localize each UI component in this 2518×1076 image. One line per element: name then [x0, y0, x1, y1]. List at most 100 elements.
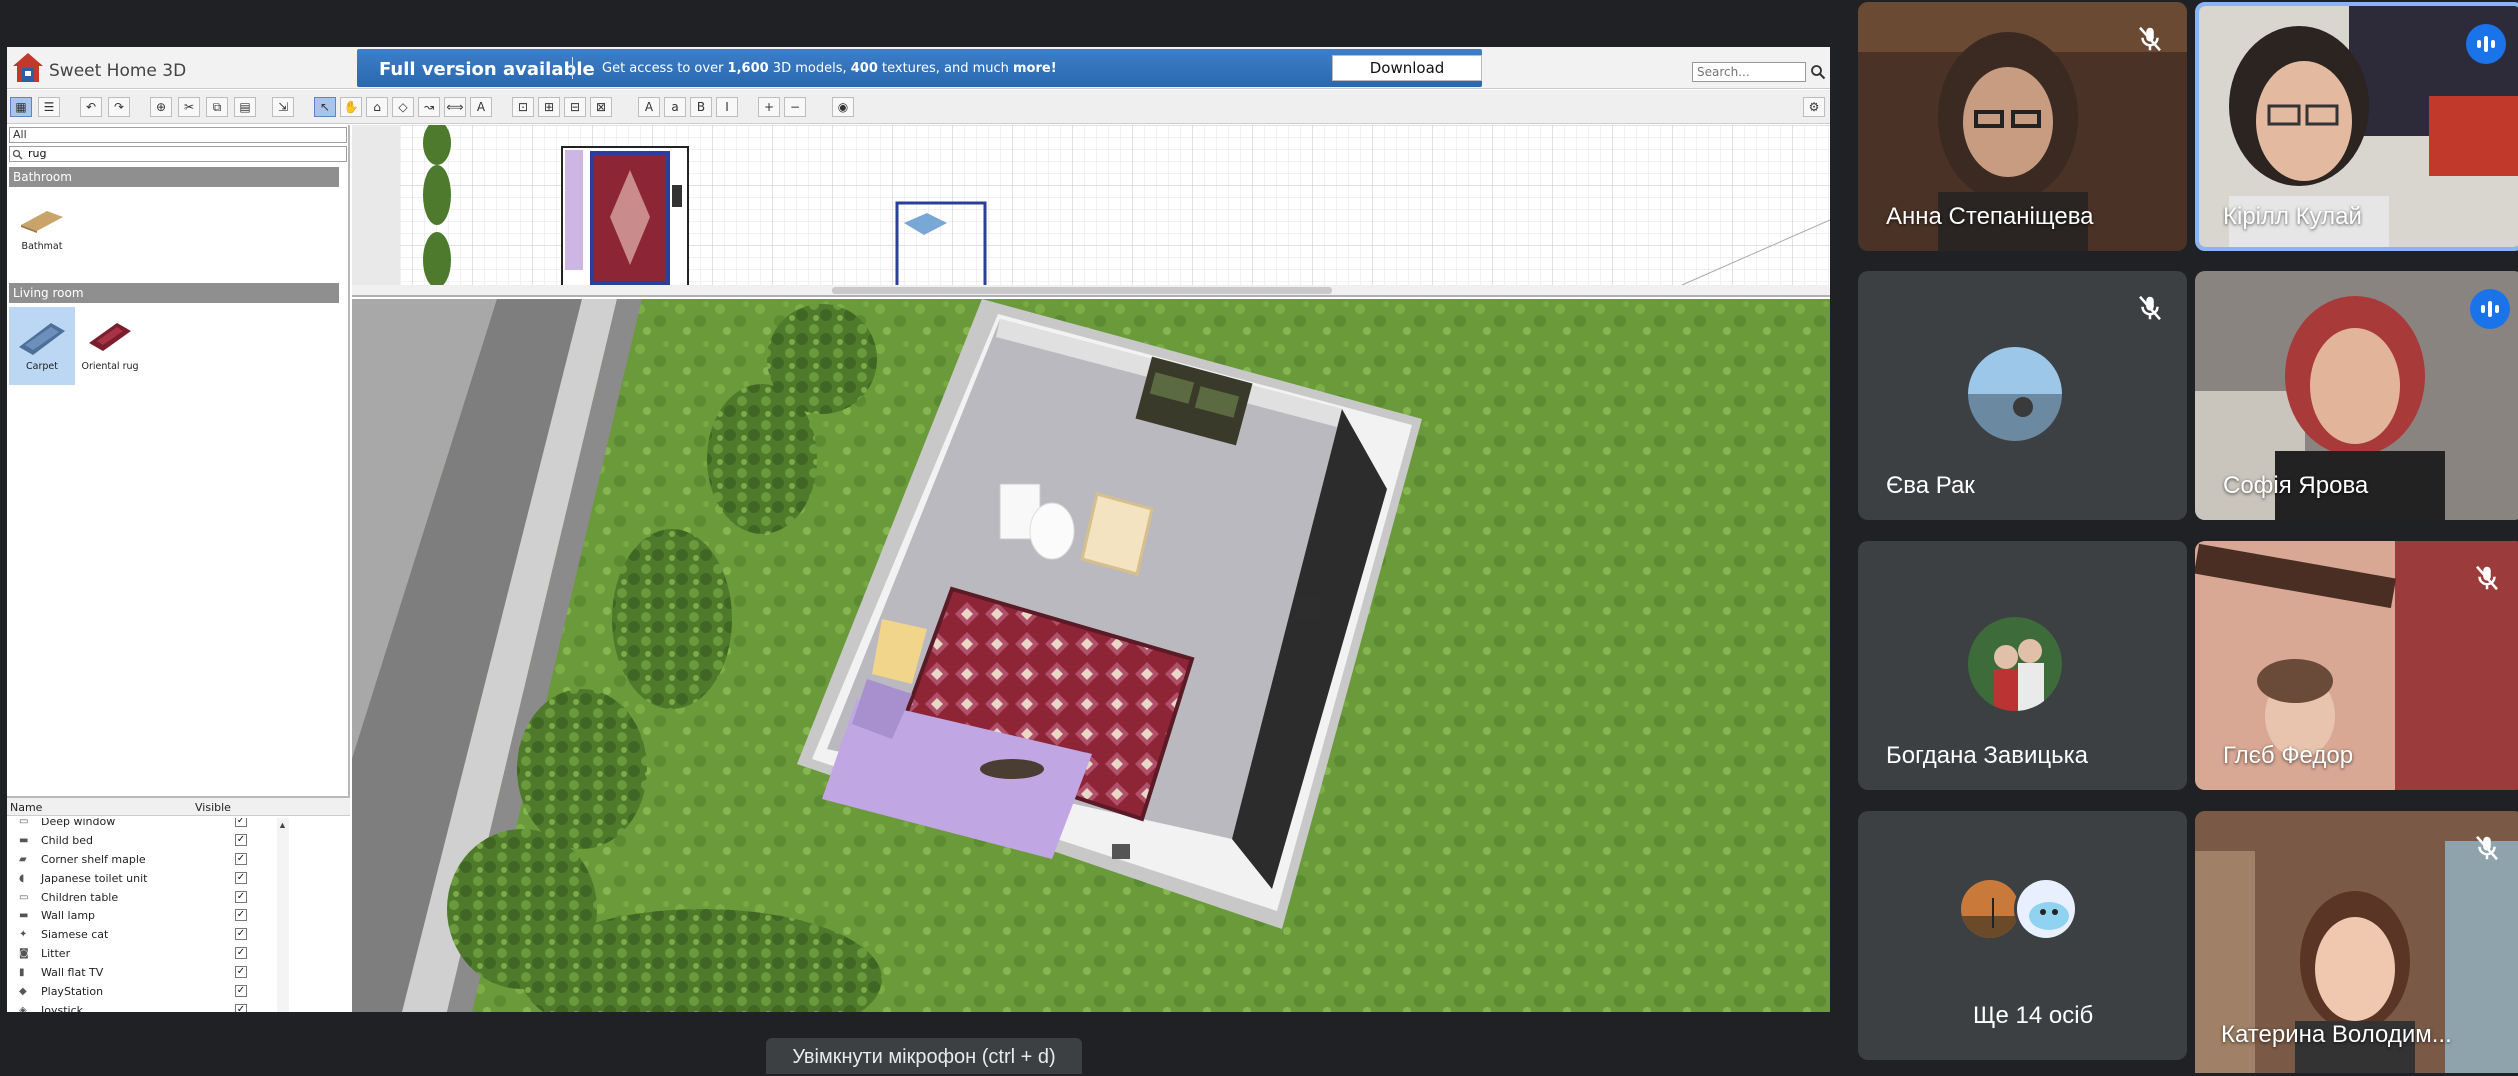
participant-tile[interactable]: Анна Степаніщева	[1858, 2, 2187, 251]
italic-text-icon[interactable]: I	[716, 97, 738, 117]
visible-checkbox[interactable]: ✓	[235, 871, 247, 884]
preferences-icon[interactable]: ⚙	[1803, 97, 1825, 117]
increase-text-icon[interactable]: A	[638, 97, 660, 117]
column-visible[interactable]: Visible	[195, 801, 231, 814]
3d-view[interactable]	[352, 299, 1830, 1012]
furniture-row[interactable]: ▰ Corner shelf maple ✓	[7, 850, 277, 869]
furniture-row[interactable]: ▭ Deep window ✓	[7, 818, 277, 831]
visible-checkbox[interactable]: ✓	[235, 928, 247, 941]
column-name[interactable]: Name	[10, 801, 42, 814]
furniture-row[interactable]: ▭ Children table ✓	[7, 888, 277, 907]
promo-description: Get access to over 1,600 3D models, 400 …	[602, 61, 1057, 76]
visible-checkbox[interactable]: ✓	[235, 985, 247, 998]
participant-name: Кірілл Кулай	[2223, 203, 2362, 230]
furniture-type-icon: ✦	[19, 929, 28, 941]
redo-icon[interactable]: ↷	[108, 97, 130, 117]
paste-icon[interactable]: ▤	[234, 97, 256, 117]
list-view-icon[interactable]: ☰	[38, 97, 60, 117]
speaking-indicator-icon	[2466, 24, 2506, 64]
visible-checkbox[interactable]: ✓	[235, 966, 247, 979]
carpet-thumbnail	[19, 323, 65, 355]
add-furniture-icon[interactable]: ⊕	[150, 97, 172, 117]
cut-icon[interactable]: ✂	[178, 97, 200, 117]
promo-more-link[interactable]: more!	[1013, 61, 1057, 76]
pan-mode-icon[interactable]: ✋	[340, 97, 362, 117]
plan-view-icon[interactable]: ▦	[10, 97, 32, 117]
mic-off-icon	[2139, 295, 2161, 321]
visible-checkbox[interactable]: ✓	[235, 947, 247, 960]
bold-text-icon[interactable]: B	[690, 97, 712, 117]
participant-name: Софія Ярова	[2223, 472, 2369, 499]
furniture-name: Corner shelf maple	[41, 852, 146, 866]
undo-icon[interactable]: ↶	[80, 97, 102, 117]
participant-tile[interactable]: Софія Ярова	[2195, 271, 2518, 520]
zoom-out-icon[interactable]: −	[784, 97, 806, 117]
create-walls-icon[interactable]: ⌂	[366, 97, 388, 117]
category-select[interactable]: All	[9, 127, 347, 143]
participant-name: Глєб Федор	[2223, 742, 2354, 769]
distribute-icon[interactable]: ⊠	[590, 97, 612, 117]
furniture-row[interactable]: ◖ Japanese toilet unit ✓	[7, 869, 277, 888]
furniture-rows: ▭ Deep window ✓ ▬ Child bed ✓ ▰ Corner shelf ma…	[7, 818, 277, 1012]
site-search-input[interactable]	[1692, 62, 1806, 82]
select-mode-icon[interactable]: ↖	[314, 97, 336, 117]
catalog-search-input[interactable]: rug	[9, 146, 347, 162]
visible-checkbox[interactable]: ✓	[235, 833, 247, 846]
import-icon[interactable]: ⇲	[272, 97, 294, 117]
visible-checkbox[interactable]: ✓	[235, 818, 247, 827]
furniture-row[interactable]: ▮ Wall flat TV ✓	[7, 963, 277, 982]
visible-checkbox[interactable]: ✓	[235, 1003, 247, 1012]
promo-mid1: 3D models,	[768, 61, 851, 76]
furniture-row[interactable]: ◙ Litter ✓	[7, 944, 277, 963]
app-name: Sweet Home 3D	[49, 61, 187, 81]
category-bathroom[interactable]: Bathroom	[9, 167, 339, 187]
photo-icon[interactable]: ◉	[832, 97, 854, 117]
plan-grid	[352, 125, 1830, 295]
participant-tile[interactable]: Єва Рак	[1858, 271, 2187, 520]
furniture-name: Japanese toilet unit	[41, 871, 148, 885]
zoom-in-icon[interactable]: +	[758, 97, 780, 117]
catalog-item-carpet[interactable]: Carpet	[9, 307, 75, 385]
align-icon[interactable]: ⊟	[564, 97, 586, 117]
furniture-row[interactable]: ◈ Joystick ✓	[7, 1001, 277, 1012]
copy-icon[interactable]: ⧉	[206, 97, 228, 117]
catalog-item-bathmat[interactable]: Bathmat	[9, 191, 75, 269]
group-icon[interactable]: ⊡	[512, 97, 534, 117]
decrease-text-icon[interactable]: a	[664, 97, 686, 117]
furniture-name: Child bed	[41, 833, 93, 847]
participant-tile-active[interactable]: Кірілл Кулай	[2195, 2, 2518, 251]
create-dimensions-icon[interactable]: ⟺	[444, 97, 466, 117]
magnifier-icon	[12, 149, 23, 160]
furniture-scrollbar[interactable]: ▲	[277, 818, 289, 1012]
download-button[interactable]: Download	[1332, 55, 1482, 81]
plan-view[interactable]	[352, 125, 1830, 297]
visible-checkbox[interactable]: ✓	[235, 909, 247, 922]
ungroup-icon[interactable]: ⊞	[538, 97, 560, 117]
promo-mid2: textures, and much	[877, 61, 1014, 76]
visible-checkbox[interactable]: ✓	[235, 890, 247, 903]
furniture-name: Joystick	[41, 1003, 84, 1012]
promo-banner[interactable]: Full version available Get access to ove…	[357, 49, 1482, 87]
3d-scene	[352, 299, 1830, 1012]
furniture-row[interactable]: ✦ Siamese cat ✓	[7, 925, 277, 944]
create-polylines-icon[interactable]: ↝	[418, 97, 440, 117]
catalog-item-oriental-rug[interactable]: Oriental rug	[77, 307, 143, 385]
visible-checkbox[interactable]: ✓	[235, 852, 247, 865]
mic-tooltip: Увімкнути мікрофон (ctrl + d)	[766, 1038, 1082, 1074]
furniture-name: PlayStation	[41, 985, 104, 999]
furniture-row[interactable]: ◆ PlayStation ✓	[7, 982, 277, 1001]
speaking-indicator-icon	[2470, 289, 2510, 329]
create-rooms-icon[interactable]: ◇	[392, 97, 414, 117]
search-icon[interactable]	[1810, 64, 1826, 80]
furniture-name: Litter	[41, 947, 71, 961]
scroll-up-icon[interactable]: ▲	[278, 820, 287, 830]
participant-name: Анна Степаніщева	[1886, 203, 2094, 230]
furniture-row[interactable]: ▬ Child bed ✓	[7, 831, 277, 850]
category-living-room[interactable]: Living room	[9, 283, 339, 303]
participant-tile[interactable]: Богдана Завицька	[1858, 541, 2187, 790]
furniture-row[interactable]: ▬ Wall lamp ✓	[7, 906, 277, 925]
participant-tile[interactable]: Катерина Володим...	[2195, 811, 2518, 1073]
participant-tile[interactable]: Глєб Федор	[2195, 541, 2518, 790]
more-participants-tile[interactable]: Ще 14 осіб	[1858, 811, 2187, 1060]
add-text-icon[interactable]: A	[470, 97, 492, 117]
